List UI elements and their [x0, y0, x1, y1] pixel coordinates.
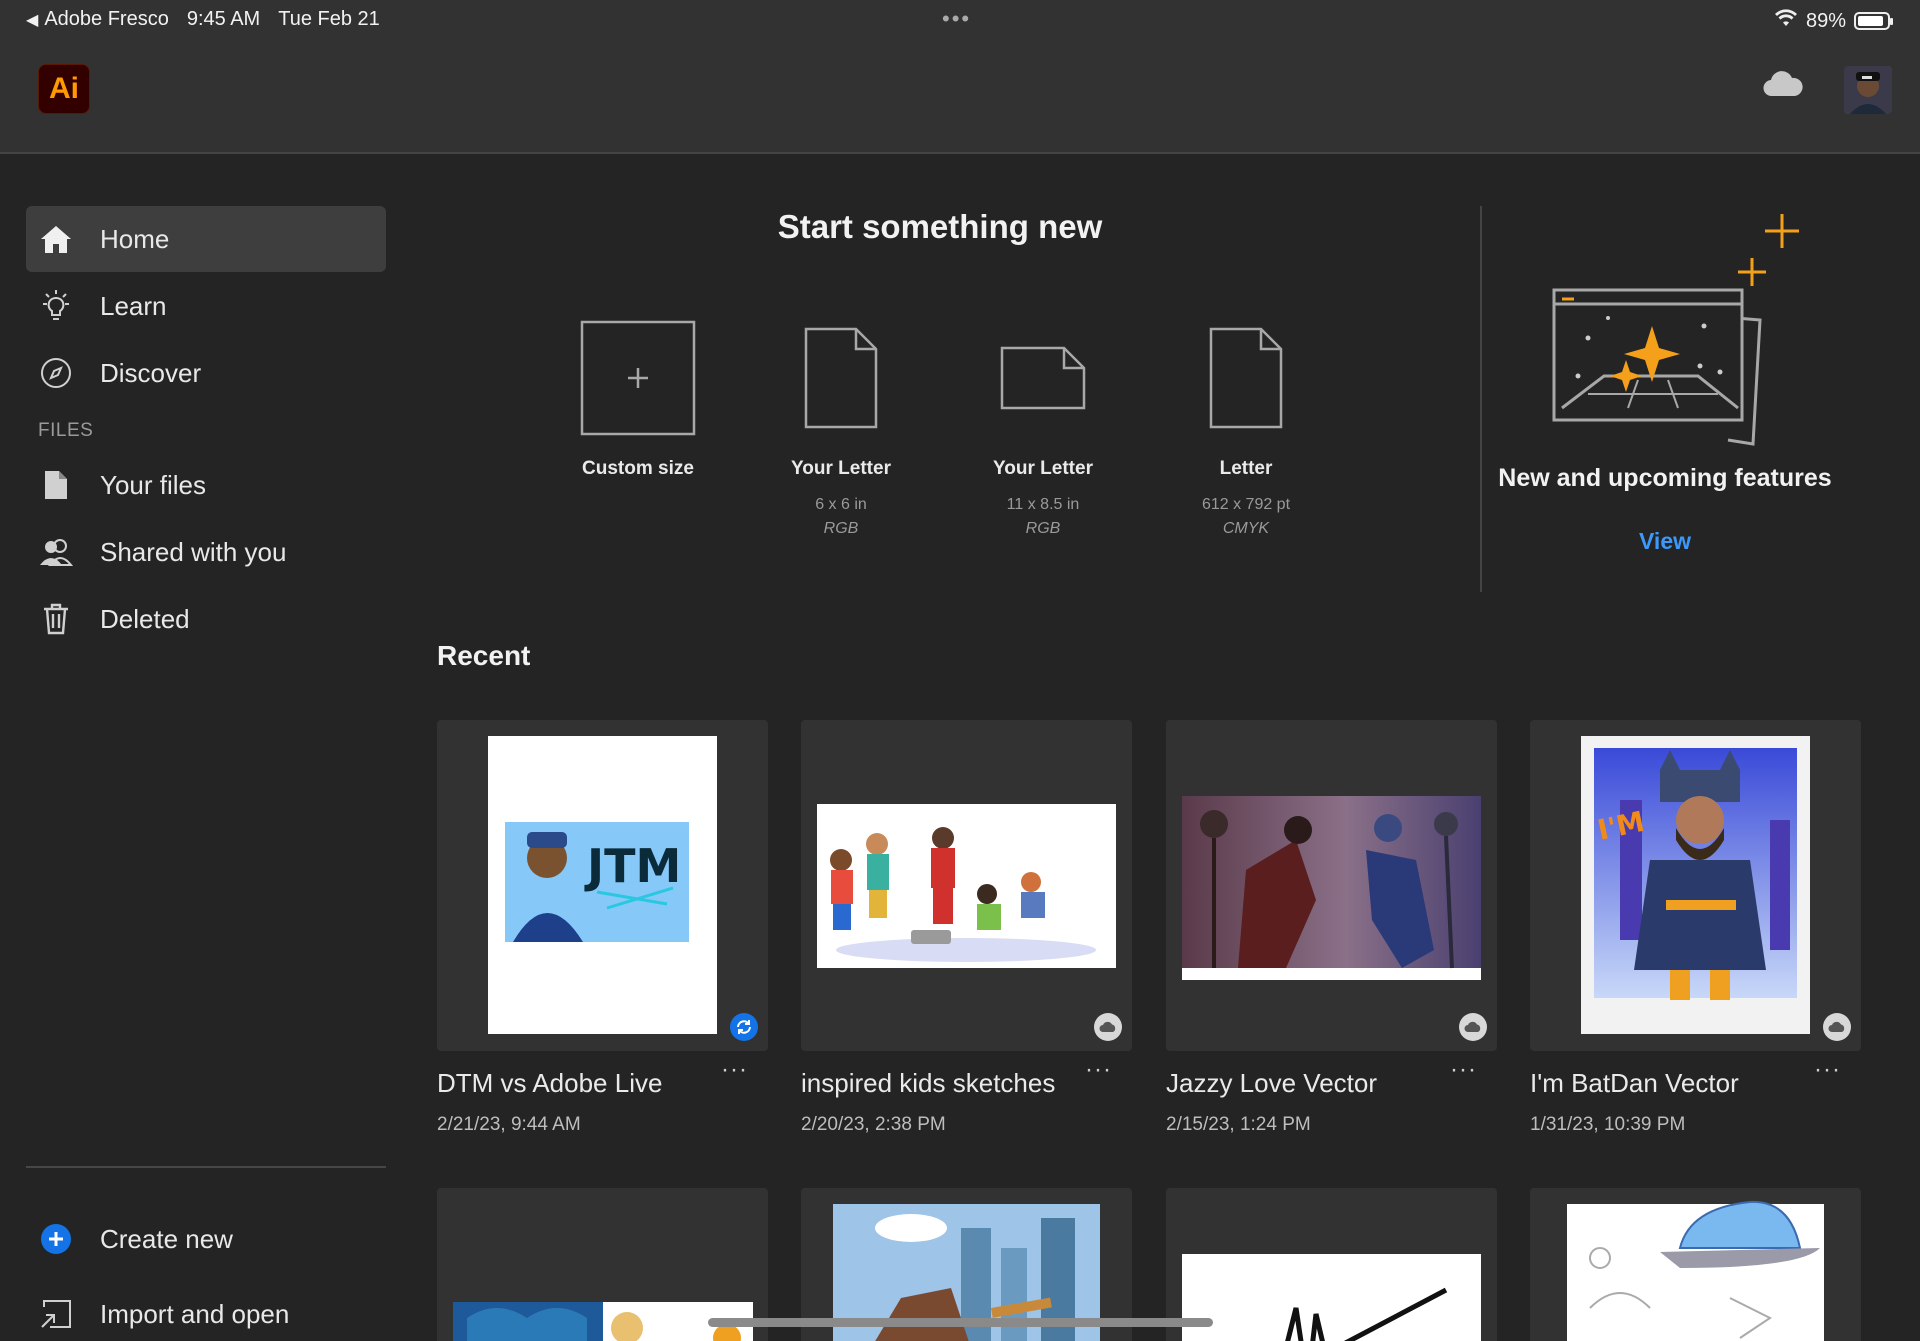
cloud-sync-icon[interactable]	[1762, 70, 1804, 103]
shared-users-icon	[38, 534, 74, 570]
cloud-status-icon	[1094, 1013, 1122, 1041]
sparkle-window-icon	[1552, 214, 1799, 446]
sidebar-divider	[26, 1166, 386, 1168]
file-thumbnail[interactable]	[1166, 720, 1497, 1051]
more-options-icon[interactable]: ···	[1814, 1056, 1841, 1084]
illustrator-logo[interactable]: Ai	[38, 64, 90, 114]
sidebar-item-deleted[interactable]: Deleted	[26, 586, 386, 652]
preset-dimensions: 6 x 6 in	[815, 496, 867, 513]
sidebar-item-your-files[interactable]: Your files	[26, 452, 386, 518]
svg-text:JTM: JTM	[584, 839, 681, 893]
preset-your-letter-square[interactable]: Your Letter 6 x 6 in RGB	[756, 318, 926, 538]
recent-file-card[interactable]: I'M I'm BatDan Vector ··· 1/31/23, 10:39…	[1530, 720, 1861, 1135]
file-thumbnail[interactable]	[1166, 1188, 1497, 1341]
preset-color-mode: RGB	[823, 520, 859, 537]
user-avatar[interactable]	[1844, 66, 1892, 114]
preset-name: Custom size	[582, 458, 694, 479]
sidebar-item-label: Your files	[100, 469, 206, 500]
sidebar-item-label: Shared with you	[100, 536, 287, 567]
recent-file-card[interactable]: Jazzy Love Vector ··· 2/15/23, 1:24 PM	[1166, 720, 1497, 1135]
file-name: Jazzy Love Vector	[1166, 1068, 1377, 1098]
file-name: I'm BatDan Vector	[1530, 1068, 1739, 1098]
file-date: 2/21/23, 9:44 AM	[437, 1114, 581, 1135]
file-date: 2/15/23, 1:24 PM	[1166, 1114, 1311, 1135]
sidebar-item-shared-with-you[interactable]: Shared with you	[26, 519, 386, 585]
wifi-icon	[1774, 8, 1798, 34]
home-icon	[38, 221, 74, 257]
cloud-status-icon	[1823, 1013, 1851, 1041]
recent-file-card[interactable]: JTM DTM vs Adobe Live ··· 2/21/23, 9:44 …	[437, 720, 768, 1135]
recent-file-card[interactable]: inspired kids sketches ··· 2/20/23, 2:38…	[801, 720, 1132, 1135]
trash-icon	[38, 601, 74, 637]
portrait-document-icon	[1161, 318, 1331, 438]
preset-letter[interactable]: Letter 612 x 792 pt CMYK	[1161, 318, 1331, 538]
file-thumbnail[interactable]: I'M	[1530, 720, 1861, 1051]
plus-circle-icon	[38, 1221, 74, 1257]
file-thumbnail[interactable]	[1530, 1188, 1861, 1341]
file-date: 1/31/23, 10:39 PM	[1530, 1114, 1686, 1135]
recent-section-title: Recent	[437, 640, 531, 671]
sidebar-item-create-new[interactable]: Create new	[26, 1206, 386, 1272]
sidebar-item-import-and-open[interactable]: Import and open	[26, 1281, 386, 1341]
sidebar-item-label: Learn	[100, 290, 167, 321]
file-name: DTM vs Adobe Live	[437, 1068, 663, 1098]
file-name: inspired kids sketches	[801, 1068, 1056, 1098]
section-divider	[1480, 206, 1482, 592]
back-arrow-icon[interactable]: ◀	[26, 10, 38, 30]
app-header: Ai	[0, 40, 1920, 154]
preset-name: Letter	[1219, 458, 1273, 479]
file-thumbnail[interactable]: JTM	[437, 720, 768, 1051]
features-title: New and upcoming features	[1498, 464, 1832, 492]
recent-file-card[interactable]	[1530, 1188, 1861, 1341]
preset-custom-size[interactable]: Custom size	[553, 318, 723, 480]
file-thumbnail[interactable]	[801, 720, 1132, 1051]
sidebar-item-label: Discover	[100, 357, 202, 388]
sync-status-icon	[730, 1013, 758, 1041]
status-bar: ◀ Adobe Fresco 9:45 AM Tue Feb 21 ••• 89…	[0, 0, 1920, 40]
back-to-app-link[interactable]: Adobe Fresco	[44, 8, 169, 31]
more-options-icon[interactable]: ···	[1450, 1056, 1477, 1084]
preset-dimensions: 612 x 792 pt	[1201, 496, 1291, 513]
landscape-document-icon	[958, 318, 1128, 438]
preset-name: Your Letter	[791, 458, 891, 479]
battery-icon	[1854, 12, 1893, 30]
cloud-status-icon	[1459, 1013, 1487, 1041]
preset-color-mode: RGB	[1025, 520, 1061, 537]
status-time: 9:45 AM	[186, 8, 261, 30]
more-options-icon[interactable]: ···	[1085, 1056, 1112, 1084]
portrait-document-icon	[756, 318, 926, 438]
battery-percent: 89%	[1805, 9, 1846, 32]
file-date: 2/20/23, 2:38 PM	[801, 1114, 946, 1135]
lightbulb-icon	[38, 288, 74, 324]
sidebar-item-learn[interactable]: Learn	[26, 273, 386, 339]
import-icon	[38, 1296, 74, 1332]
sidebar-item-label: Import and open	[100, 1298, 290, 1329]
sidebar-item-home[interactable]: Home	[26, 206, 386, 272]
sidebar: Home Learn Discover FILES Your files Sha…	[0, 156, 400, 1341]
file-icon	[38, 467, 74, 503]
sidebar-item-discover[interactable]: Discover	[26, 340, 386, 406]
home-indicator[interactable]	[708, 1318, 1213, 1327]
preset-color-mode: CMYK	[1222, 520, 1270, 537]
sidebar-item-label: Create new	[100, 1223, 233, 1254]
compass-icon	[38, 355, 74, 391]
start-section-title: Start something new	[777, 208, 1103, 245]
files-section-heading: FILES	[38, 420, 94, 441]
features-view-link[interactable]: View	[1620, 528, 1710, 555]
preset-name: Your Letter	[993, 458, 1093, 479]
features-illustration	[1548, 208, 1810, 453]
custom-size-plus-icon	[553, 318, 723, 438]
sidebar-item-label: Home	[100, 223, 170, 254]
preset-dimensions: 11 x 8.5 in	[1006, 496, 1080, 513]
recent-file-card[interactable]	[1166, 1188, 1497, 1341]
status-date: Tue Feb 21	[278, 8, 380, 30]
multitasking-dots-icon[interactable]: •••	[942, 6, 971, 32]
preset-your-letter-landscape[interactable]: Your Letter 11 x 8.5 in RGB	[958, 318, 1128, 538]
sidebar-item-label: Deleted	[100, 603, 190, 634]
more-options-icon[interactable]: ···	[721, 1056, 748, 1084]
